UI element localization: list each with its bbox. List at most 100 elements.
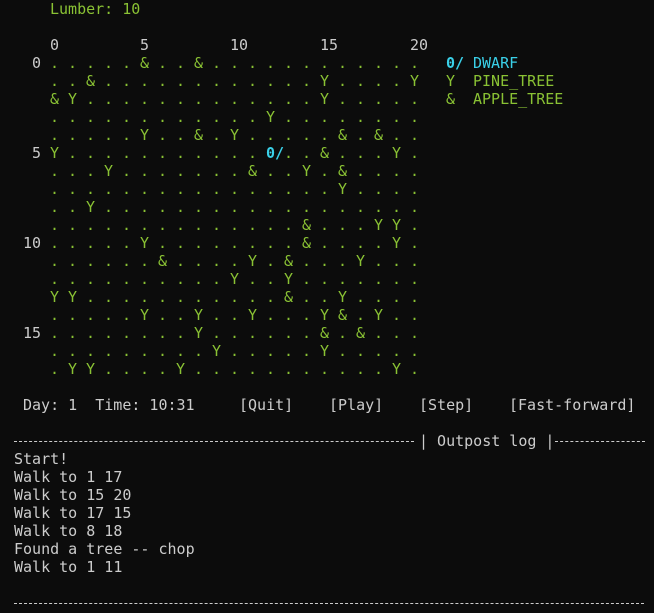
quit-button[interactable]: [Quit] <box>239 396 293 414</box>
empty-ground-cell: . <box>140 180 150 198</box>
empty-ground-cell: . <box>266 306 276 324</box>
empty-ground-cell: . <box>194 108 204 126</box>
empty-ground-cell: . <box>176 126 186 144</box>
empty-ground-cell: . <box>212 180 222 198</box>
empty-ground-cell: . <box>338 342 348 360</box>
empty-ground-cell: . <box>212 198 222 216</box>
empty-ground-cell: . <box>392 270 402 288</box>
pine-tree-cell: Y <box>410 72 420 90</box>
empty-ground-cell: . <box>194 360 204 378</box>
empty-ground-cell: . <box>302 180 312 198</box>
empty-ground-cell: . <box>158 324 168 342</box>
empty-ground-cell: . <box>194 180 204 198</box>
empty-ground-cell: . <box>212 90 222 108</box>
empty-ground-cell: . <box>50 306 60 324</box>
apple-tree-cell: & <box>320 144 330 162</box>
empty-ground-cell: . <box>176 198 186 216</box>
empty-ground-cell: . <box>158 72 168 90</box>
log-entry: Walk to 17 15 <box>14 504 132 522</box>
empty-ground-cell: . <box>338 324 348 342</box>
empty-ground-cell: . <box>284 216 294 234</box>
empty-ground-cell: . <box>374 144 384 162</box>
empty-ground-cell: . <box>266 360 276 378</box>
empty-ground-cell: . <box>410 180 420 198</box>
empty-ground-cell: . <box>338 54 348 72</box>
pine-tree-cell: Y <box>230 126 240 144</box>
empty-ground-cell: . <box>122 72 132 90</box>
empty-ground-cell: . <box>176 234 186 252</box>
apple-tree-cell: & <box>374 126 384 144</box>
empty-ground-cell: . <box>212 108 222 126</box>
log-entry: Walk to 1 11 <box>14 558 123 576</box>
empty-ground-cell: . <box>176 288 186 306</box>
empty-ground-cell: . <box>68 144 78 162</box>
fast-forward-button[interactable]: [Fast-forward] <box>509 396 635 414</box>
empty-ground-cell: . <box>356 180 366 198</box>
empty-ground-cell: . <box>212 252 222 270</box>
empty-ground-cell: . <box>284 72 294 90</box>
empty-ground-cell: . <box>50 252 60 270</box>
empty-ground-cell: . <box>230 54 240 72</box>
empty-ground-cell: . <box>410 306 420 324</box>
empty-ground-cell: . <box>374 90 384 108</box>
empty-ground-cell: . <box>68 216 78 234</box>
pine-tree-cell: Y <box>338 288 348 306</box>
empty-ground-cell: . <box>212 306 222 324</box>
empty-ground-cell: . <box>284 306 294 324</box>
empty-ground-cell: . <box>320 360 330 378</box>
empty-ground-cell: . <box>86 90 96 108</box>
empty-ground-cell: . <box>356 90 366 108</box>
empty-ground-cell: . <box>122 54 132 72</box>
empty-ground-cell: . <box>194 252 204 270</box>
empty-ground-cell: . <box>230 180 240 198</box>
empty-ground-cell: . <box>158 342 168 360</box>
legend-dwarf-label: DWARF <box>473 54 519 72</box>
empty-ground-cell: . <box>176 216 186 234</box>
empty-ground-cell: . <box>140 162 150 180</box>
empty-ground-cell: . <box>284 126 294 144</box>
empty-ground-cell: . <box>194 72 204 90</box>
pine-tree-cell: Y <box>392 360 402 378</box>
empty-ground-cell: . <box>302 324 312 342</box>
pine-tree-cell: Y <box>50 144 60 162</box>
empty-ground-cell: . <box>194 144 204 162</box>
empty-ground-cell: . <box>410 234 420 252</box>
empty-ground-cell: . <box>248 216 258 234</box>
empty-ground-cell: . <box>284 108 294 126</box>
map-grid[interactable]: ..... &.. &.............. &............ Y...… <box>50 54 430 378</box>
empty-ground-cell: . <box>374 252 384 270</box>
empty-ground-cell: . <box>140 252 150 270</box>
empty-ground-cell: . <box>86 108 96 126</box>
lumber-counter: Lumber: 10 <box>50 0 141 18</box>
empty-ground-cell: . <box>104 180 114 198</box>
column-tick-20: 20 <box>410 36 429 54</box>
empty-ground-cell: . <box>338 216 348 234</box>
empty-ground-cell: . <box>104 216 114 234</box>
empty-ground-cell: . <box>338 90 348 108</box>
empty-ground-cell: . <box>140 342 150 360</box>
play-button[interactable]: [Play] <box>329 396 383 414</box>
empty-ground-cell: . <box>104 252 114 270</box>
empty-ground-cell: . <box>212 162 222 180</box>
empty-ground-cell: . <box>122 108 132 126</box>
pine-tree-cell: Y <box>140 126 150 144</box>
empty-ground-cell: . <box>230 288 240 306</box>
pine-tree-cell: Y <box>302 162 312 180</box>
empty-ground-cell: . <box>122 198 132 216</box>
apple-tree-cell: & <box>194 54 204 72</box>
empty-ground-cell: . <box>68 180 78 198</box>
apple-tree-cell: & <box>302 234 312 252</box>
legend-pine-tree-symbol: Y <box>446 72 456 90</box>
pine-tree-cell: Y <box>68 288 78 306</box>
step-button[interactable]: [Step] <box>419 396 473 414</box>
log-entry: Start! <box>14 450 69 468</box>
empty-ground-cell: . <box>338 252 348 270</box>
empty-ground-cell: . <box>302 54 312 72</box>
apple-tree-cell: & <box>50 90 60 108</box>
empty-ground-cell: . <box>374 288 384 306</box>
empty-ground-cell: . <box>320 108 330 126</box>
empty-ground-cell: . <box>50 54 60 72</box>
empty-ground-cell: . <box>50 180 60 198</box>
empty-ground-cell: . <box>158 180 168 198</box>
empty-ground-cell: . <box>50 108 60 126</box>
